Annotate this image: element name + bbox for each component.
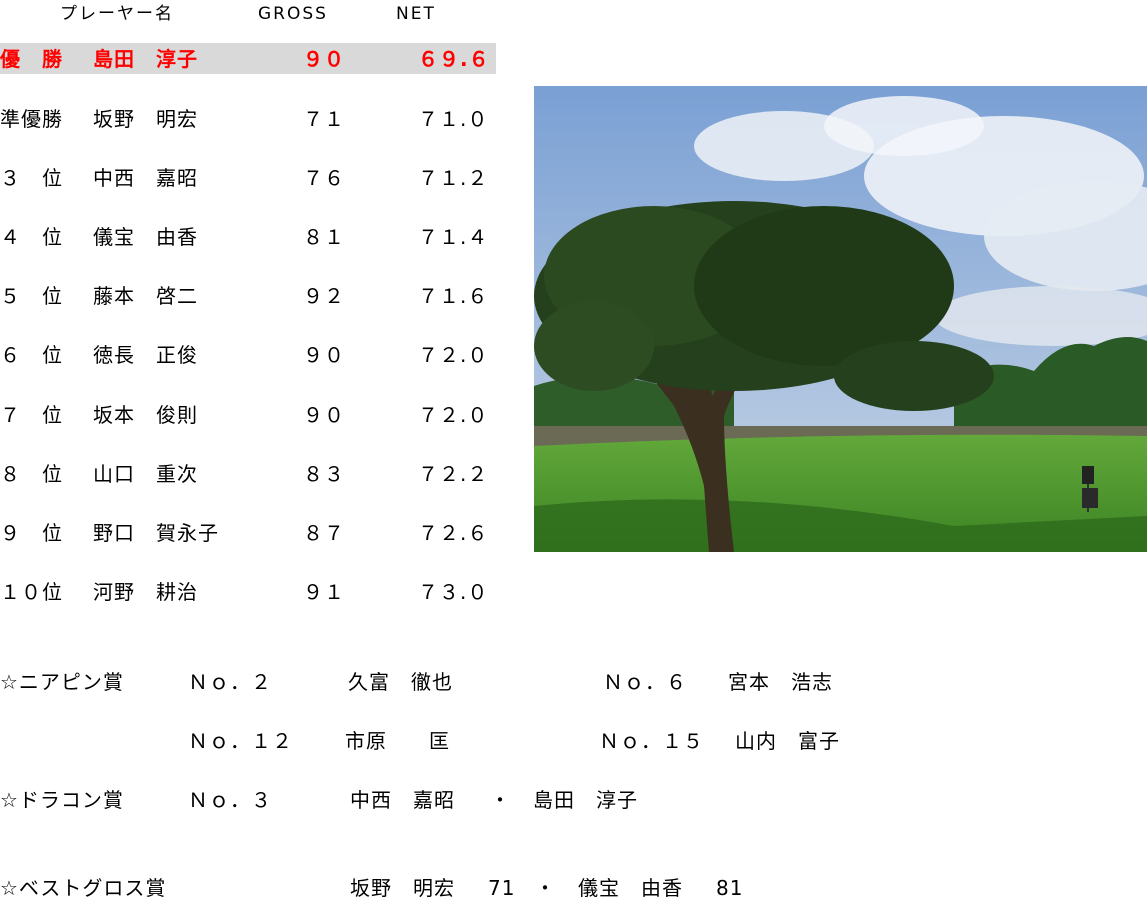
- tree-landscape-image: [534, 86, 1147, 552]
- ranking-row-5: ５ 位 藤本 啓二 ９２ ７１.６: [0, 281, 500, 311]
- gross-score: ８７: [303, 521, 345, 545]
- rank: 準優勝: [0, 107, 63, 131]
- player-name: 河野 耕治: [93, 580, 198, 604]
- bestgross-separator: ・: [535, 876, 556, 900]
- player-name: 島田 淳子: [93, 47, 198, 71]
- gross-score: ９１: [303, 580, 345, 604]
- rank: 優 勝: [0, 47, 63, 71]
- net-score: ７１.０: [418, 107, 489, 131]
- bestgross-score-2: 81: [716, 876, 744, 900]
- net-score: ６９.６: [418, 47, 490, 71]
- net-score: ７１.２: [418, 166, 489, 190]
- nearpin-winner: 久富 徹也: [348, 670, 453, 694]
- ranking-row-6: ６ 位 徳長 正俊 ９０ ７２.０: [0, 340, 500, 370]
- bestgross-winner-2: 儀宝 由香: [578, 876, 683, 900]
- player-name: 坂本 俊則: [93, 403, 198, 427]
- ranking-row-10: １０位 河野 耕治 ９１ ７３.０: [0, 577, 500, 607]
- gross-score: ８３: [303, 462, 345, 486]
- header-net: NET: [396, 4, 436, 24]
- ranking-row-9: ９ 位 野口 賀永子 ８７ ７２.６: [0, 518, 500, 548]
- nearpin-hole: Ｎｏ．２: [188, 670, 272, 694]
- gross-score: ８１: [303, 225, 345, 249]
- nearpin-winner: 宮本 浩志: [728, 670, 833, 694]
- dracon-hole: Ｎｏ．３: [188, 788, 272, 812]
- bestgross-award-label: ☆ベストグロス賞: [0, 876, 167, 900]
- nearpin-hole: Ｎｏ．６: [603, 670, 687, 694]
- header-player-name: プレーヤー名: [60, 4, 174, 24]
- net-score: ７２.６: [418, 521, 489, 545]
- bestgross-score-1: 71: [488, 876, 516, 900]
- bestgross-winner-1: 坂野 明宏: [350, 876, 455, 900]
- player-name: 野口 賀永子: [93, 521, 219, 545]
- ranking-row-8: ８ 位 山口 重次 ８３ ７２.２: [0, 459, 500, 489]
- net-score: ７２.０: [418, 403, 489, 427]
- ranking-row-1: 優 勝 島田 淳子 ９０ ６９.６: [0, 44, 500, 74]
- ranking-row-7: ７ 位 坂本 俊則 ９０ ７２.０: [0, 400, 500, 430]
- rank: １０位: [0, 580, 63, 604]
- gross-score: ９０: [303, 47, 345, 71]
- player-name: 中西 嘉昭: [93, 166, 198, 190]
- net-score: ７１.４: [418, 225, 489, 249]
- nearpin-winner: 山内 富子: [735, 729, 840, 753]
- gross-score: ７６: [303, 166, 345, 190]
- nearpin-award-label: ☆ニアピン賞: [0, 670, 124, 694]
- rank: ５ 位: [0, 284, 63, 308]
- ranking-row-2: 準優勝 坂野 明宏 ７１ ７１.０: [0, 104, 500, 134]
- player-name: 山口 重次: [93, 462, 198, 486]
- dracon-winner-2: 島田 淳子: [533, 788, 638, 812]
- rank: ８ 位: [0, 462, 63, 486]
- rank: ３ 位: [0, 166, 63, 190]
- rank: ６ 位: [0, 343, 63, 367]
- golf-course-photo: [534, 86, 1147, 552]
- nearpin-hole: Ｎｏ．１２: [188, 729, 293, 753]
- gross-score: ９２: [303, 284, 345, 308]
- gross-score: ９０: [303, 343, 345, 367]
- dracon-separator: ・: [490, 788, 511, 812]
- rank: ７ 位: [0, 403, 63, 427]
- header-gross: GROSS: [258, 4, 328, 24]
- rank: ４ 位: [0, 225, 63, 249]
- ranking-row-4: ４ 位 儀宝 由香 ８１ ７１.４: [0, 222, 500, 252]
- gross-score: ７１: [303, 107, 345, 131]
- gross-score: ９０: [303, 403, 345, 427]
- net-score: ７２.０: [418, 343, 489, 367]
- nearpin-winner: 市原 匡: [345, 729, 450, 753]
- ranking-row-3: ３ 位 中西 嘉昭 ７６ ７１.２: [0, 163, 500, 193]
- nearpin-hole: Ｎｏ．１５: [599, 729, 704, 753]
- net-score: ７２.２: [418, 462, 489, 486]
- net-score: ７１.６: [418, 284, 489, 308]
- player-name: 藤本 啓二: [93, 284, 198, 308]
- rank: ９ 位: [0, 521, 63, 545]
- dracon-winner-1: 中西 嘉昭: [350, 788, 455, 812]
- player-name: 徳長 正俊: [93, 343, 198, 367]
- player-name: 坂野 明宏: [93, 107, 198, 131]
- net-score: ７３.０: [418, 580, 489, 604]
- dracon-award-label: ☆ドラコン賞: [0, 788, 124, 812]
- player-name: 儀宝 由香: [93, 225, 198, 249]
